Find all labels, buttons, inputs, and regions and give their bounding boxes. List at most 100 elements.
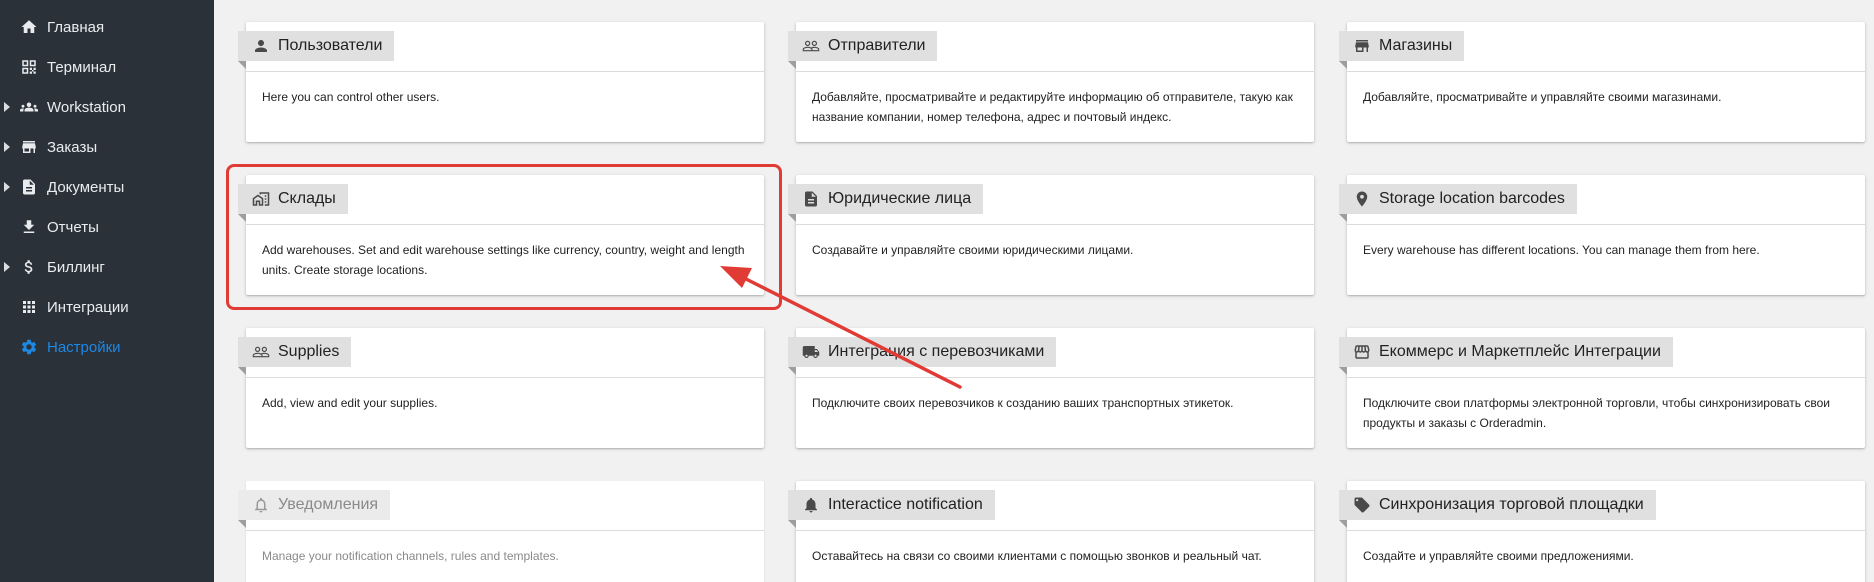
card-description: Создайте и управляйте своими предложения… (1363, 549, 1634, 563)
card-description: Every warehouse has different locations.… (1363, 243, 1760, 257)
download-icon (20, 218, 38, 236)
sidebar-item-integrations[interactable]: Интеграции (0, 287, 214, 327)
sidebar-item-documents[interactable]: Документы (0, 167, 214, 207)
card-interactive-notification[interactable]: Interactice notification Оставайтесь на … (788, 481, 1314, 582)
apps-grid-icon (20, 298, 38, 316)
card-header: Storage location barcodes (1339, 175, 1865, 225)
card-title: Пользователи (278, 37, 383, 54)
card-description: Add warehouses. Set and edit warehouse s… (262, 243, 745, 277)
sidebar-item-terminal[interactable]: Терминал (0, 47, 214, 87)
card-carrier-integration[interactable]: Интеграция с перевозчиками Подключите св… (788, 328, 1314, 448)
card-title: Интеграция с перевозчиками (828, 343, 1045, 360)
expand-icon[interactable] (4, 102, 10, 112)
card-title-ribbon: Уведомления (238, 490, 391, 528)
card-title: Юридические лица (828, 190, 972, 207)
store-icon (20, 138, 38, 156)
card-marketplace-sync[interactable]: Синхронизация торговой площадки Создайте… (1339, 481, 1865, 582)
sidebar-item-label: Workstation (47, 98, 126, 116)
card-header: Синхронизация торговой площадки (1339, 481, 1865, 531)
sidebar-item-label: Интеграции (47, 298, 129, 316)
sidebar-item-label: Настройки (47, 338, 121, 356)
sidebar-item-billing[interactable]: Биллинг (0, 247, 214, 287)
expand-icon[interactable] (4, 182, 10, 192)
card-stores[interactable]: Магазины Добавляйте, просматривайте и уп… (1339, 22, 1865, 142)
sidebar-item-settings[interactable]: Настройки (0, 327, 214, 367)
card-description: Оставайтесь на связи со своими клиентами… (812, 549, 1262, 563)
sidebar-item-home[interactable]: Главная (0, 7, 214, 47)
card-description: Manage your notification channels, rules… (262, 549, 559, 563)
sidebar-item-label: Заказы (47, 138, 98, 156)
card-header: Склады (238, 175, 764, 225)
card-header: Supplies (238, 328, 764, 378)
tag-icon (1354, 497, 1370, 513)
sidebar-item-reports[interactable]: Отчеты (0, 207, 214, 247)
card-title: Отправители (828, 37, 926, 54)
sidebar-item-label: Терминал (47, 58, 117, 76)
storefront-icon (1354, 345, 1370, 359)
card-title-ribbon: Supplies (238, 337, 352, 375)
card-supplies[interactable]: Supplies Add, view and edit your supplie… (238, 328, 764, 448)
home-icon (20, 18, 38, 36)
card-description: Добавляйте, просматривайте и редактируйт… (812, 90, 1293, 124)
card-description: Here you can control other users. (262, 90, 440, 104)
expand-icon[interactable] (4, 142, 10, 152)
card-description: Add, view and edit your supplies. (262, 396, 438, 410)
warehouse-icon (252, 192, 270, 206)
sidebar-item-label: Документы (47, 178, 125, 196)
person-icon (255, 40, 267, 52)
card-storage-location-barcodes[interactable]: Storage location barcodes Every warehous… (1339, 175, 1865, 295)
sidebar-item-orders[interactable]: Заказы (0, 127, 214, 167)
card-title-ribbon: Екоммерс и Маркетплейс Интеграции (1339, 337, 1673, 375)
card-legal-entities[interactable]: Юридические лица Создавайте и управляйте… (788, 175, 1314, 295)
location-pin-icon (1356, 191, 1368, 207)
card-users[interactable]: Пользователи Here you can control other … (238, 22, 764, 142)
card-header: Пользователи (238, 22, 764, 72)
card-title-ribbon: Storage location barcodes (1339, 184, 1577, 222)
card-description: Создавайте и управляйте своими юридическ… (812, 243, 1134, 257)
card-description: Добавляйте, просматривайте и управляйте … (1363, 90, 1722, 104)
card-title: Екоммерс и Маркетплейс Интеграции (1379, 343, 1661, 360)
group-icon (20, 98, 38, 116)
card-title: Склады (278, 190, 336, 207)
card-title-ribbon: Склады (238, 184, 348, 222)
card-header: Екоммерс и Маркетплейс Интеграции (1339, 328, 1865, 378)
card-header: Interactice notification (788, 481, 1314, 531)
card-title: Storage location barcodes (1379, 190, 1565, 207)
bell-icon (805, 497, 817, 513)
expand-icon[interactable] (4, 262, 10, 272)
card-header: Отправители (788, 22, 1314, 72)
card-title: Магазины (1379, 37, 1453, 54)
card-title-ribbon: Пользователи (238, 31, 395, 69)
card-header: Магазины (1339, 22, 1865, 72)
card-title: Синхронизация торговой площадки (1379, 496, 1644, 513)
dollar-icon (20, 258, 38, 276)
card-title: Supplies (278, 343, 340, 360)
sidebar: Главная Терминал Workstation Заказы Доку… (0, 0, 214, 582)
card-title-ribbon: Интеграция с перевозчиками (788, 337, 1057, 375)
document-icon (20, 178, 38, 196)
card-header: Интеграция с перевозчиками (788, 328, 1314, 378)
card-title-ribbon: Магазины (1339, 31, 1465, 69)
card-title-ribbon: Синхронизация торговой площадки (1339, 490, 1656, 528)
card-title: Interactice notification (828, 496, 983, 513)
sidebar-item-workstation[interactable]: Workstation (0, 87, 214, 127)
card-senders[interactable]: Отправители Добавляйте, просматривайте и… (788, 22, 1314, 142)
sidebar-item-label: Отчеты (47, 218, 99, 236)
card-title-ribbon: Отправители (788, 31, 938, 69)
qr-code-icon (20, 58, 38, 76)
card-warehouses[interactable]: Склады Add warehouses. Set and edit ware… (238, 175, 764, 295)
sidebar-item-label: Биллинг (47, 258, 105, 276)
card-title-ribbon: Юридические лица (788, 184, 984, 222)
card-header: Уведомления (238, 481, 764, 531)
card-title-ribbon: Interactice notification (788, 490, 995, 528)
card-title: Уведомления (278, 496, 379, 513)
store-icon (1355, 40, 1369, 52)
gear-icon (20, 338, 38, 356)
sidebar-item-label: Главная (47, 18, 105, 36)
people-outline-icon (252, 346, 270, 358)
document-icon (805, 191, 817, 207)
card-description: Подключите своих перевозчиков к созданию… (812, 396, 1234, 410)
people-outline-icon (802, 40, 820, 52)
card-notifications: Уведомления Manage your notification cha… (238, 481, 764, 582)
card-ecommerce-integrations[interactable]: Екоммерс и Маркетплейс Интеграции Подклю… (1339, 328, 1865, 448)
